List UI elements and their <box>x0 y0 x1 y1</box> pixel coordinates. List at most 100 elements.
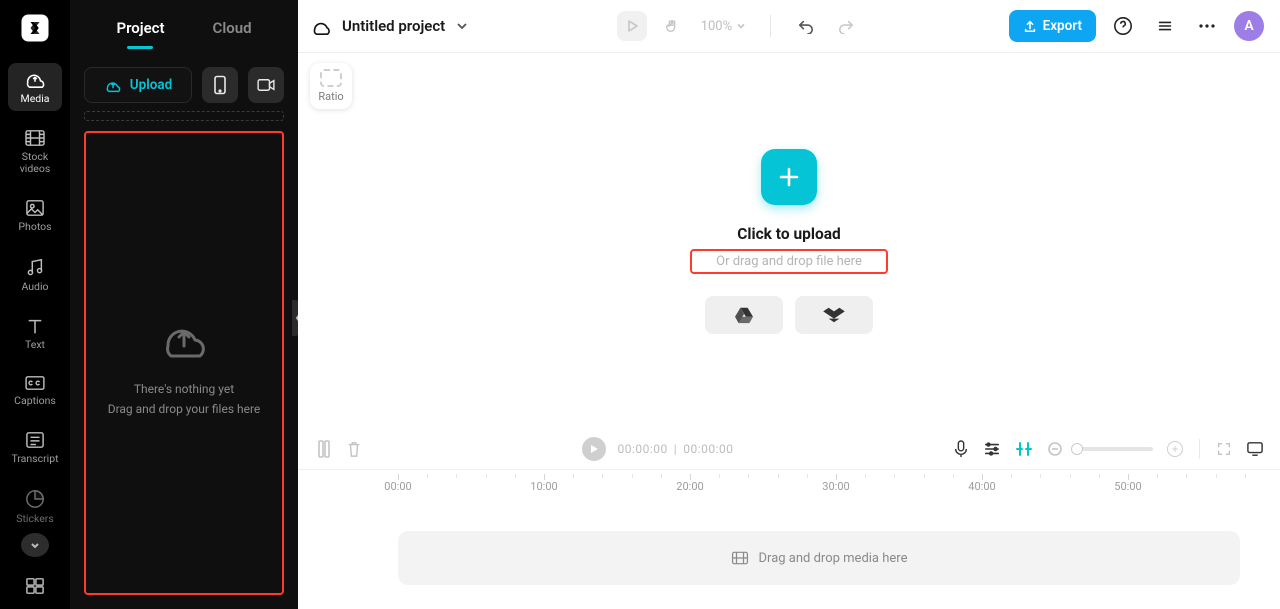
rail-label: Photos <box>18 221 51 233</box>
main-area: Untitled project 100% <box>298 0 1280 609</box>
panel-drop-area[interactable]: There's nothing yet Drag and drop your f… <box>84 131 284 595</box>
rail-item-transcript[interactable]: Transcript <box>8 425 62 471</box>
rail-item-photos[interactable]: Photos <box>8 193 62 239</box>
stage-subtitle-highlight: Or drag and drop file here <box>690 249 888 274</box>
rail-label: Media <box>21 93 50 105</box>
zoom-value: 100% <box>701 19 732 34</box>
rail-item-bottom[interactable] <box>8 571 62 601</box>
text-icon <box>25 317 45 335</box>
project-title: Untitled project <box>342 17 445 35</box>
ruler-tick-label: 40:00 <box>968 480 995 493</box>
avatar[interactable]: A <box>1234 11 1264 41</box>
panel-dashed-strip <box>84 111 284 121</box>
zoom-out-icon[interactable] <box>1047 441 1063 457</box>
undo-button[interactable] <box>791 11 821 41</box>
upload-plus-button[interactable] <box>761 149 817 205</box>
rail-item-stock-videos[interactable]: Stock videos <box>8 123 62 181</box>
cloud-sync-icon <box>310 16 332 36</box>
tab-cloud[interactable]: Cloud <box>213 19 252 41</box>
stage-title: Click to upload <box>737 225 840 243</box>
settings-sliders-icon[interactable] <box>983 441 1001 457</box>
rail-item-text[interactable]: Text <box>8 311 62 357</box>
mic-icon[interactable] <box>953 439 969 459</box>
rail-label: Captions <box>14 395 56 407</box>
upload-label: Upload <box>130 77 172 93</box>
empty-line-2: Drag and drop your files here <box>108 402 261 416</box>
separator <box>770 15 771 37</box>
fullscreen-icon[interactable] <box>1216 441 1232 457</box>
rail-item-stickers[interactable]: Stickers <box>8 483 62 531</box>
film-icon <box>731 551 749 565</box>
transcript-icon <box>25 431 45 449</box>
snap-icon[interactable] <box>1015 440 1033 458</box>
hand-tool-button[interactable] <box>657 11 687 41</box>
project-title-wrap[interactable]: Untitled project <box>310 16 469 36</box>
cloud-upload-icon <box>104 77 122 93</box>
timeline-play-button[interactable] <box>582 437 606 461</box>
image-icon <box>25 199 45 217</box>
stage-subtitle: Or drag and drop file here <box>716 254 862 269</box>
delete-icon[interactable] <box>346 440 362 458</box>
upload-button[interactable]: Upload <box>84 67 192 103</box>
app-logo[interactable] <box>16 12 54 45</box>
chevron-down-icon <box>455 19 469 33</box>
upload-mobile-button[interactable] <box>202 67 238 103</box>
upload-record-button[interactable] <box>248 67 284 103</box>
rail-item-media[interactable]: Media <box>8 63 62 111</box>
stage-upload-area[interactable]: Click to upload Or drag and drop file he… <box>690 149 888 334</box>
help-button[interactable] <box>1108 11 1138 41</box>
tab-project[interactable]: Project <box>116 19 164 41</box>
dropbox-button[interactable] <box>795 296 873 334</box>
redo-button[interactable] <box>831 11 861 41</box>
export-label: Export <box>1043 18 1082 34</box>
film-icon <box>24 129 46 147</box>
cloud-source-row <box>705 296 873 334</box>
timeline-track[interactable]: Drag and drop media here <box>398 531 1240 585</box>
time-total: 00:00:00 <box>683 442 733 456</box>
ruler-tick-label: 50:00 <box>1114 480 1141 493</box>
ratio-icon <box>320 69 342 87</box>
media-icon <box>24 69 46 89</box>
ratio-label: Ratio <box>318 90 343 103</box>
rail-label: Stock videos <box>20 151 51 175</box>
rail-item-captions[interactable]: Captions <box>8 369 62 413</box>
export-button[interactable]: Export <box>1009 10 1096 42</box>
timeline-controls: 00:00:00 | 00:00:00 + <box>298 429 1280 469</box>
export-icon <box>1023 19 1037 33</box>
split-icon[interactable] <box>316 439 332 459</box>
timeline-zoom-slider[interactable] <box>1077 447 1153 451</box>
ruler-tick-label: 30:00 <box>822 480 849 493</box>
panel-tabs: Project Cloud <box>70 0 298 53</box>
media-panel: Project Cloud Upload There's nothing yet… <box>70 0 298 609</box>
ratio-button[interactable]: Ratio <box>310 63 352 109</box>
timeline-ruler[interactable]: 00:0010:0020:0030:0040:0050:00 <box>298 469 1280 513</box>
present-icon[interactable] <box>1246 441 1264 457</box>
cloud-upload-large-icon <box>156 310 212 376</box>
ruler-tick-label: 10:00 <box>530 480 557 493</box>
timeline-center: 00:00:00 | 00:00:00 <box>376 437 939 461</box>
rail-label: Stickers <box>16 513 53 525</box>
stickers-icon <box>25 489 45 509</box>
ruler-tick-label: 20:00 <box>676 480 703 493</box>
zoom-in-icon[interactable]: + <box>1167 441 1183 457</box>
time-display: 00:00:00 | 00:00:00 <box>618 442 734 456</box>
topbar: Untitled project 100% <box>298 0 1280 53</box>
rail-expand-button[interactable] <box>21 533 49 557</box>
play-button[interactable] <box>617 11 647 41</box>
separator <box>1199 439 1200 459</box>
time-current: 00:00:00 <box>618 442 668 456</box>
rail-label: Transcript <box>11 453 58 465</box>
rail-label: Text <box>25 339 45 351</box>
zoom-dropdown[interactable]: 100% <box>701 19 746 34</box>
layers-button[interactable] <box>1150 11 1180 41</box>
grid-icon <box>25 577 45 595</box>
empty-line-1: There's nothing yet <box>134 382 234 396</box>
stage: Ratio Click to upload Or drag and drop f… <box>298 53 1280 429</box>
rail-item-audio[interactable]: Audio <box>8 251 62 299</box>
rail-label: Audio <box>21 281 48 293</box>
topbar-center: 100% <box>617 11 861 41</box>
captions-icon <box>24 375 46 391</box>
google-drive-button[interactable] <box>705 296 783 334</box>
more-button[interactable] <box>1192 11 1222 41</box>
music-icon <box>25 257 45 277</box>
